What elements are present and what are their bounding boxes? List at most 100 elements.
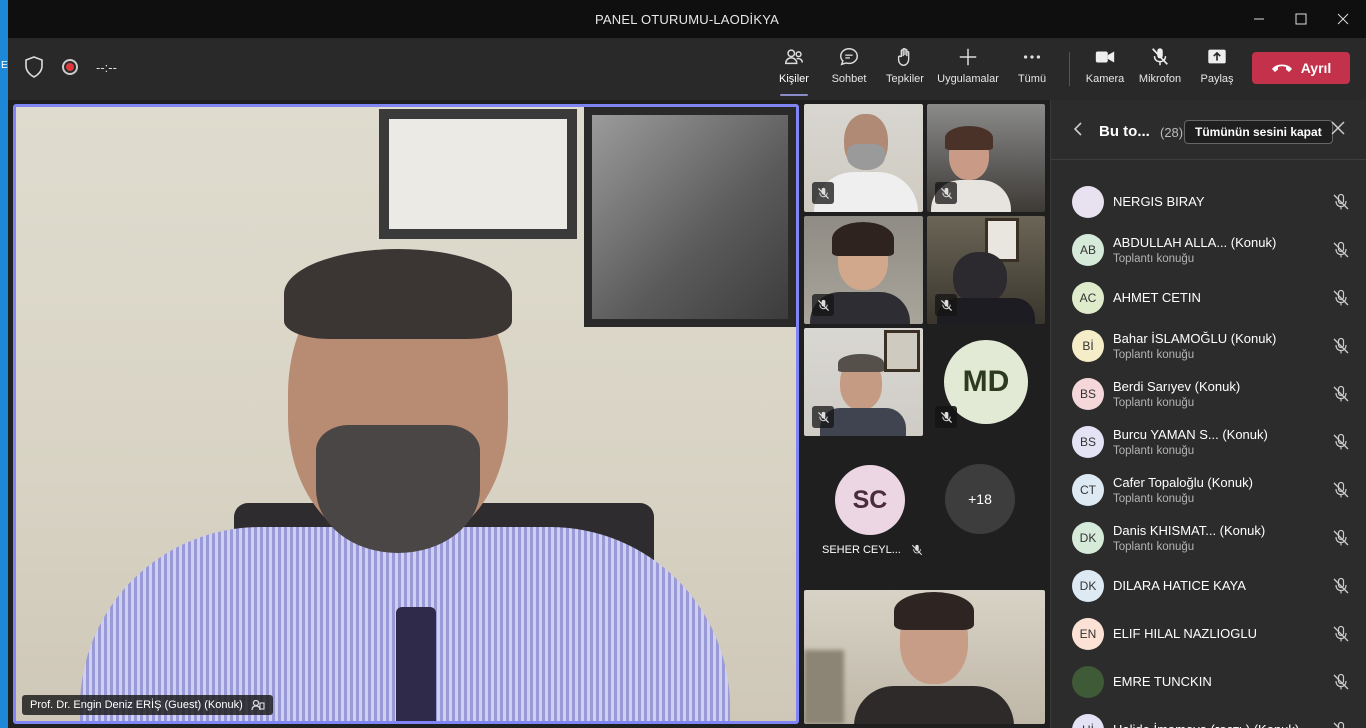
- participant-video-tile[interactable]: [804, 328, 923, 436]
- avatar-initials: MD: [962, 365, 1010, 398]
- mic-off-icon: [817, 187, 829, 199]
- mic-off-icon: [940, 299, 952, 311]
- apps-button[interactable]: Uygulamalar: [936, 46, 1000, 92]
- participants-panel: Bu to... (28) Tümünün sesini kapat NERGI…: [1050, 100, 1366, 728]
- participant-name: Berdi Sarıyev (Konuk): [1113, 379, 1241, 394]
- participant-count: (28): [1160, 125, 1184, 140]
- toolbar-divider: [1069, 52, 1070, 86]
- overflow-count-badge: +18: [945, 464, 1015, 534]
- avatar-initials: Hİ: [1082, 723, 1094, 728]
- mic-off-icon: [940, 187, 952, 199]
- close-window-button[interactable]: [1320, 0, 1366, 38]
- more-button[interactable]: Tümü: [1000, 46, 1064, 92]
- share-button[interactable]: Paylaş: [1185, 46, 1249, 92]
- participant-avatar: AC: [1072, 282, 1104, 314]
- tile-mute-indicator: [935, 182, 957, 204]
- participant-name: Danis KHISMAT... (Konuk): [1113, 523, 1266, 538]
- main-speaker-video[interactable]: Prof. Dr. Engin Deniz ERİŞ (Guest) (Konu…: [13, 104, 799, 724]
- mic-off-icon[interactable]: [1332, 289, 1350, 307]
- share-icon: [1208, 49, 1226, 64]
- participant-avatar: EN: [1072, 618, 1104, 650]
- minimize-button[interactable]: [1236, 0, 1282, 38]
- panel-header: Bu to... (28) Tümünün sesini kapat: [1051, 100, 1366, 160]
- reactions-button[interactable]: Tepkiler: [873, 46, 937, 92]
- tile-mute-indicator: [935, 294, 957, 316]
- camera-label: Kamera: [1085, 73, 1125, 85]
- participant-video-tile[interactable]: [927, 216, 1045, 324]
- participant-avatar-tile[interactable]: SC SEHER CEYL...: [804, 452, 928, 564]
- participant-avatar: BS: [1072, 378, 1104, 410]
- overflow-participants-tile[interactable]: +18: [927, 452, 1045, 564]
- close-panel-button[interactable]: [1331, 119, 1345, 140]
- title-bar: PANEL OTURUMU-LAODİKYA: [8, 0, 1366, 38]
- chat-label: Sohbet: [831, 73, 867, 85]
- hang-up-icon: [1271, 64, 1292, 72]
- participant-photo-avatar: [1072, 186, 1104, 218]
- mic-off-icon[interactable]: [1332, 481, 1350, 499]
- mic-off-icon[interactable]: [1332, 193, 1350, 211]
- participant-avatar: Hİ: [1072, 714, 1104, 728]
- wall-photo: [584, 107, 796, 327]
- participant-name: AHMET CETIN: [1113, 290, 1201, 305]
- avatar-initials: AC: [1079, 291, 1097, 305]
- participant-row[interactable]: BS Berdi Sarıyev (Konuk) Toplantı konuğu: [1051, 370, 1366, 418]
- avatar-initials: DK: [1079, 579, 1097, 593]
- avatar-initials: DK: [1079, 531, 1097, 545]
- participant-row[interactable]: Hİ Halide İmamova (гость) (Konuk): [1051, 706, 1366, 728]
- participant-row[interactable]: NERGIS BIRAY: [1051, 178, 1366, 226]
- tile-mute-indicator: [812, 182, 834, 204]
- participant-row[interactable]: AC AHMET CETIN: [1051, 274, 1366, 322]
- participant-avatar: DK: [1072, 522, 1104, 554]
- mic-off-icon[interactable]: [1332, 337, 1350, 355]
- participant-role: Toplantı konuğu: [1113, 445, 1195, 457]
- maximize-button[interactable]: [1278, 0, 1324, 38]
- participant-video-tile[interactable]: [804, 590, 1045, 724]
- chat-button[interactable]: Sohbet: [817, 46, 881, 92]
- leave-button[interactable]: Ayrıl: [1252, 52, 1350, 84]
- back-chevron-icon[interactable]: [1073, 122, 1083, 141]
- mic-off-icon: [911, 544, 922, 556]
- mic-off-icon[interactable]: [1332, 673, 1350, 691]
- participant-name-tag: SEHER CEYL...: [822, 544, 923, 556]
- mute-all-button[interactable]: Tümünün sesini kapat: [1184, 120, 1333, 144]
- participant-name: NERGIS BIRAY: [1113, 194, 1205, 209]
- mic-off-icon[interactable]: [1332, 721, 1350, 728]
- participant-avatar-tile[interactable]: MD: [927, 328, 1045, 436]
- shield-icon[interactable]: [24, 56, 44, 78]
- participant-row[interactable]: EMRE TUNCKIN: [1051, 658, 1366, 706]
- mic-off-icon[interactable]: [1332, 241, 1350, 259]
- participant-row[interactable]: EN ELIF HILAL NAZLIOGLU: [1051, 610, 1366, 658]
- participant-photo-avatar: [1072, 666, 1104, 698]
- meeting-toolbar: --:-- Kişiler Sohbet Tepkiler Uygulamala…: [8, 38, 1366, 100]
- share-label: Paylaş: [1200, 73, 1234, 85]
- mic-off-icon[interactable]: [1332, 577, 1350, 595]
- mic-off-icon[interactable]: [1332, 625, 1350, 643]
- participant-row[interactable]: AB ABDULLAH ALLA... (Konuk) Toplantı konuğ…: [1051, 226, 1366, 274]
- participant-row[interactable]: DK Danis KHISMAT... (Konuk) Toplantı konuğ…: [1051, 514, 1366, 562]
- microphone-label: Mikrofon: [1138, 73, 1182, 85]
- participant-row[interactable]: BS Burcu YAMAN S... (Konuk) Toplantı konuğ…: [1051, 418, 1366, 466]
- recording-indicator: [62, 59, 78, 75]
- tile-mute-indicator: [812, 294, 834, 316]
- desktop-edge-letter: E: [1, 60, 8, 71]
- participant-video-tile[interactable]: [804, 216, 923, 324]
- mic-off-icon[interactable]: [1332, 385, 1350, 403]
- overflow-count: +18: [968, 491, 992, 507]
- mic-off-icon[interactable]: [1332, 433, 1350, 451]
- participant-avatar: SC: [835, 465, 905, 535]
- participant-row[interactable]: Bİ Bahar İSLAMOĞLU (Konuk) Toplantı konuğu: [1051, 322, 1366, 370]
- participant-name: SEHER CEYL...: [822, 544, 901, 556]
- close-icon: [1331, 121, 1345, 135]
- participant-video-tile[interactable]: [927, 104, 1045, 212]
- mic-off-icon[interactable]: [1332, 529, 1350, 547]
- mic-off-icon: [817, 411, 829, 423]
- participant-row[interactable]: DK DILARA HATICE KAYA: [1051, 562, 1366, 610]
- participant-video-tile[interactable]: [804, 104, 923, 212]
- avatar-initials: BS: [1079, 387, 1096, 401]
- people-icon: [785, 49, 803, 65]
- participant-row[interactable]: CT Cafer Topaloğlu (Konuk) Toplantı konuğu: [1051, 466, 1366, 514]
- participant-role: Toplantı konuğu: [1113, 349, 1195, 361]
- participant-role: Toplantı konuğu: [1113, 397, 1195, 409]
- microphone-button[interactable]: Mikrofon: [1128, 46, 1192, 92]
- participant-avatar: BS: [1072, 426, 1104, 458]
